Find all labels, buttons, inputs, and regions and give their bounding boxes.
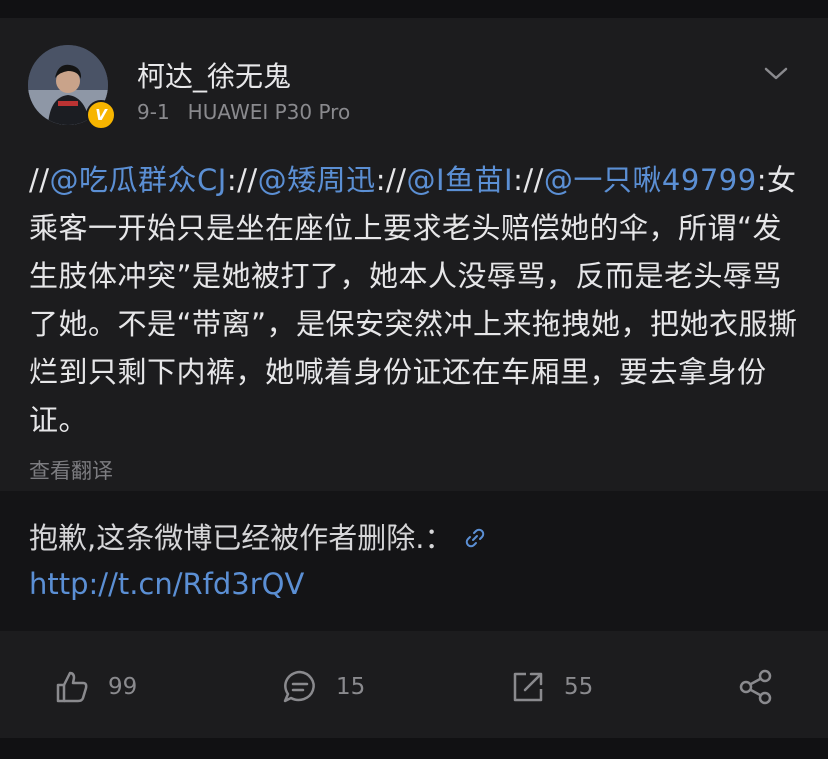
comment-icon (283, 670, 315, 703)
action-bar: 99 15 55 (0, 643, 828, 723)
chevron-down-icon[interactable] (762, 64, 790, 84)
body-separator: // (29, 163, 50, 197)
verified-badge-icon: V (86, 100, 116, 130)
deleted-notice: 抱歉,这条微博已经被作者删除.： (29, 521, 454, 555)
body-separator: :// (375, 163, 407, 197)
repost-button[interactable]: 55 (510, 669, 593, 705)
mention-link[interactable]: @I鱼苗I (407, 163, 514, 197)
translate-link[interactable]: 查看翻译 (29, 455, 113, 485)
mention-link[interactable]: @吃瓜群众CJ (50, 163, 227, 197)
link-icon (466, 528, 485, 548)
repost-count: 55 (564, 674, 594, 700)
body-separator: :// (513, 163, 544, 197)
like-count: 99 (108, 674, 138, 700)
post-device: HUAWEI P30 Pro (187, 100, 351, 124)
share-button[interactable] (738, 669, 792, 705)
like-button[interactable]: 99 (54, 669, 137, 705)
thumbs-up-icon (56, 671, 88, 703)
comment-count: 15 (336, 674, 366, 700)
repost-icon (513, 672, 543, 702)
comment-button[interactable]: 15 (282, 669, 365, 705)
share-icon (739, 669, 772, 705)
body-separator: :// (226, 163, 258, 197)
post-body: //@吃瓜群众CJ://@矮周迅://@I鱼苗I://@一只啾49799:女乘客… (29, 156, 804, 444)
username[interactable]: 柯达_徐无鬼 (137, 55, 291, 95)
post-meta: 9-1 HUAWEI P30 Pro (137, 100, 350, 124)
mention-link[interactable]: @一只啾49799 (544, 163, 757, 197)
url-text: http://t.cn/Rfd3rQV (29, 567, 305, 601)
repost-box[interactable]: 抱歉,这条微博已经被作者删除.： http://t.cn/Rfd3rQV (0, 491, 828, 631)
post-date: 9-1 (137, 100, 170, 124)
mention-link[interactable]: @矮周迅 (258, 163, 376, 197)
body-content: :女乘客一开始只是坐在座位上要求老头赔偿她的伞，所谓“发生肢体冲突”是她被打了，… (29, 163, 798, 437)
weibo-post-card: V 柯达_徐无鬼 9-1 HUAWEI P30 Pro //@吃瓜群众CJ://@… (0, 18, 828, 738)
repost-text: 抱歉,这条微博已经被作者删除.： http://t.cn/Rfd3rQV (29, 515, 729, 607)
